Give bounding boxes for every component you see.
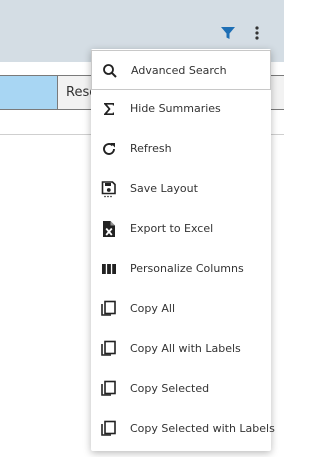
menu-item-label: Advanced Search [131,64,227,77]
menu-item-label: Copy Selected [130,382,210,395]
filter-icon[interactable] [219,24,237,42]
menu-item-copy-selected-with-labels[interactable]: Copy Selected with Labels [91,409,275,449]
excel-icon [100,220,118,238]
menu-item-label: Export to Excel [130,222,214,235]
columns-icon [100,260,118,278]
refresh-icon [100,140,118,158]
menu-item-hide-summaries[interactable]: Hide Summaries [91,89,271,129]
menu-item-label: Save Layout [130,182,198,195]
menu-item-label: Copy All [130,302,176,315]
copy-icon [100,340,118,358]
menu-item-advanced-search[interactable]: Advanced Search [91,50,271,90]
menu-item-personalize-columns[interactable]: Personalize Columns [91,249,271,289]
menu-item-copy-all-with-labels[interactable]: Copy All with Labels [91,329,271,369]
menu-item-label: Copy Selected with Labels [130,422,275,435]
search-icon [101,62,119,80]
menu-item-copy-all[interactable]: Copy All [91,289,271,329]
copy-icon [100,380,118,398]
menu-item-label: Hide Summaries [130,102,221,115]
copy-icon [100,420,118,438]
menu-item-label: Refresh [130,142,172,155]
menu-item-save-layout[interactable]: Save Layout [91,169,271,209]
menu-item-export-to-excel[interactable]: Export to Excel [91,209,271,249]
menu-item-refresh[interactable]: Refresh [91,129,271,169]
sigma-icon [100,100,118,118]
save-icon [100,180,118,198]
copy-icon [100,300,118,318]
menu-item-copy-selected[interactable]: Copy Selected [91,369,271,409]
more-vertical-icon[interactable] [248,24,266,42]
menu-item-label: Personalize Columns [130,262,244,275]
menu-item-label: Copy All with Labels [130,342,241,355]
context-menu: Advanced Search Hide Summaries Refresh S… [91,49,275,451]
